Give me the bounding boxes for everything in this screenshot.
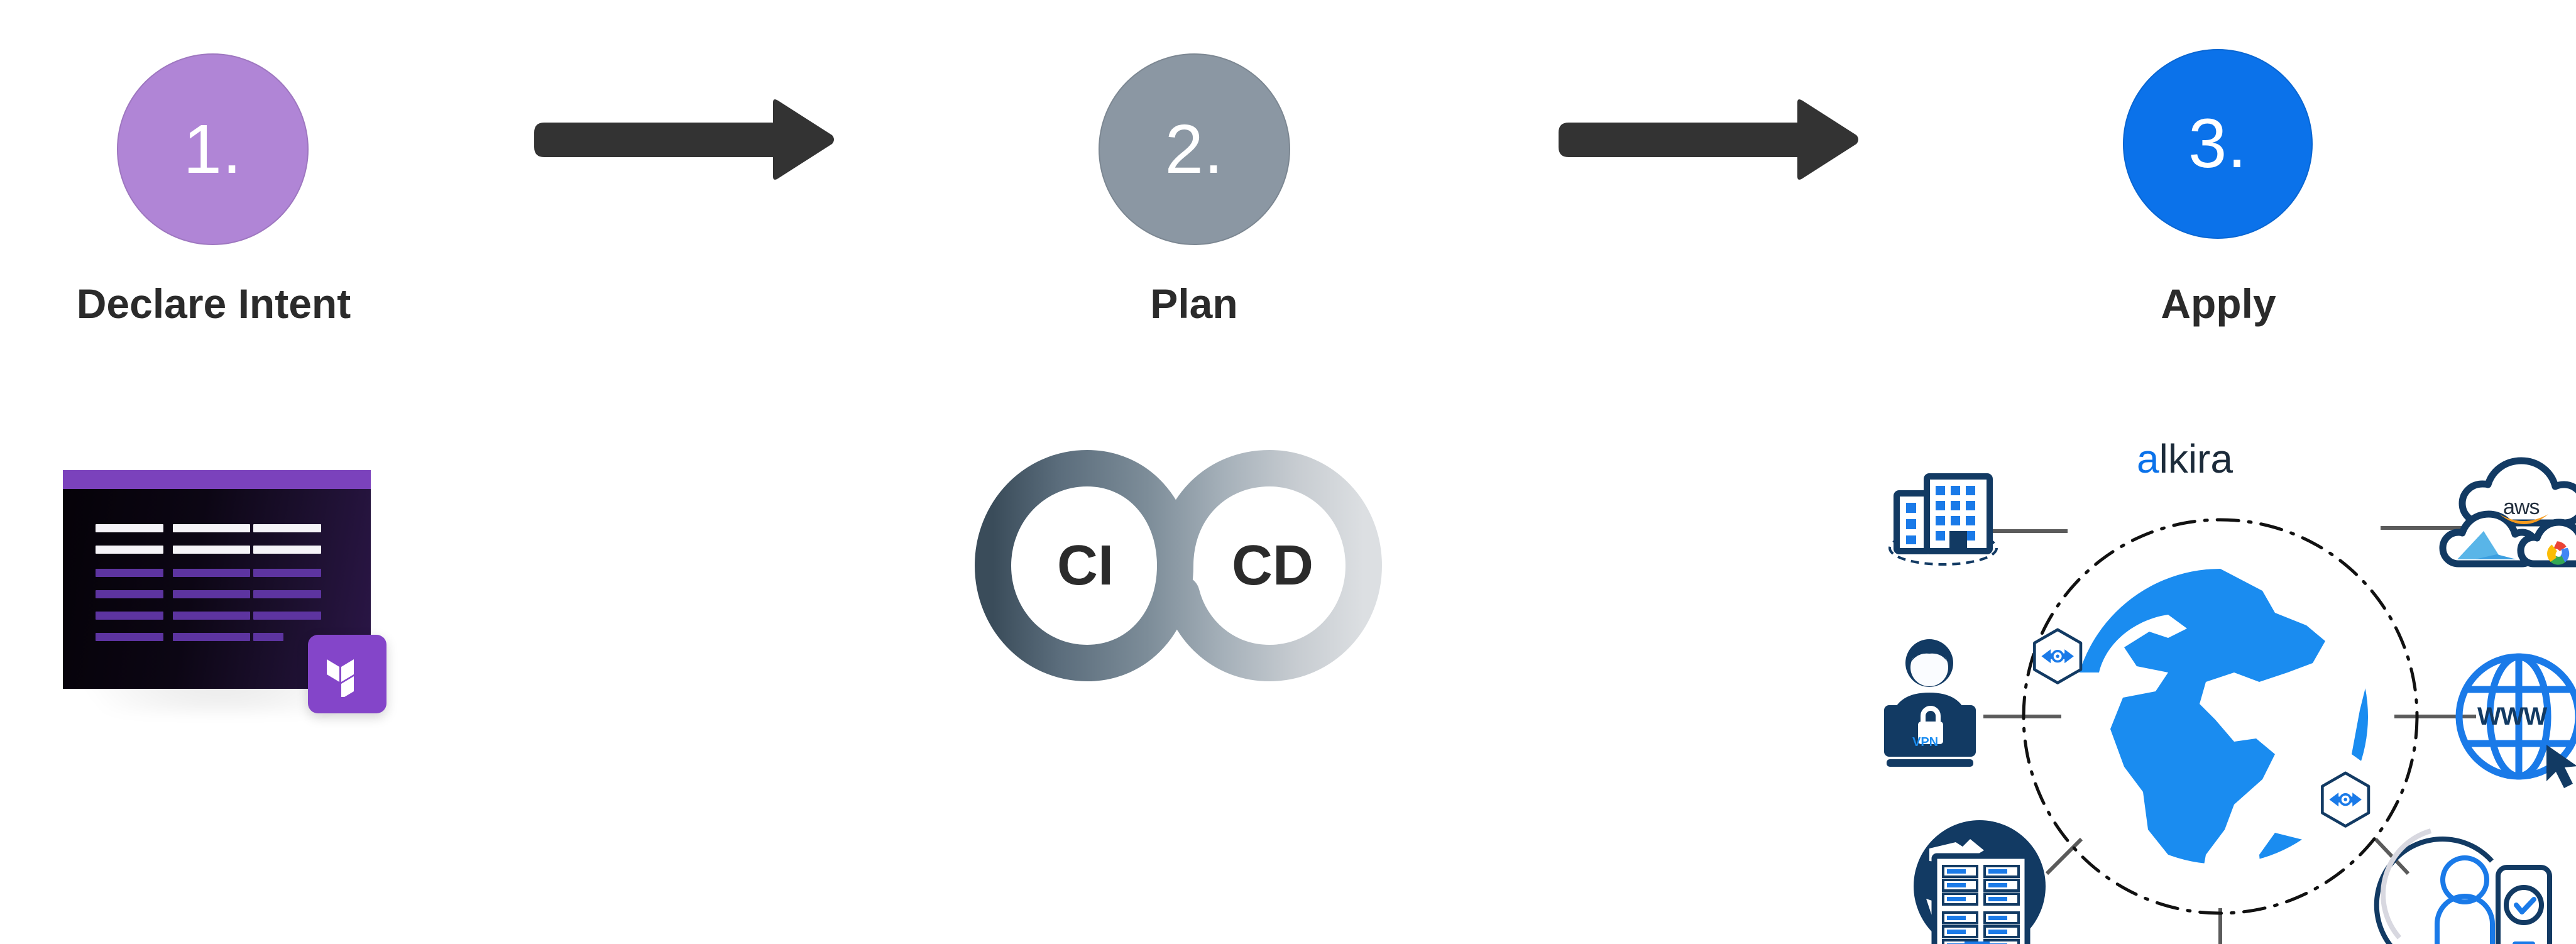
cd-label: CD: [1232, 534, 1313, 597]
code-line: [173, 590, 223, 598]
code-line: [96, 612, 163, 620]
code-line: [96, 569, 163, 577]
step-3-number: 3.: [2188, 105, 2247, 182]
code-line: [220, 633, 250, 641]
arrow-shape: [534, 99, 834, 180]
code-line: [96, 633, 163, 641]
code-line: [173, 569, 223, 577]
terraform-code-window: [63, 470, 386, 713]
code-line: [253, 590, 321, 598]
code-line: [253, 612, 321, 620]
branch-office-icon: [1888, 473, 1998, 566]
code-window-titlebar: [63, 470, 371, 489]
step-2-label: Plan: [1150, 280, 1238, 327]
ci-label: CI: [1057, 534, 1114, 597]
code-line: [220, 569, 250, 577]
code-line: [173, 524, 223, 532]
code-line: [173, 546, 223, 554]
arrow-shape: [1559, 99, 1858, 180]
code-line: [220, 546, 250, 554]
code-line: [220, 590, 250, 598]
ci-cd-infinity: CI CD: [968, 440, 1408, 694]
arrow-step1-to-step2: [534, 97, 836, 185]
connector-data-center: [2045, 837, 2083, 875]
step-1-label: Declare Intent: [76, 280, 351, 327]
workflow-diagram: 1. Declare Intent 2. Plan CI CD 3. Apply…: [0, 0, 2576, 944]
network-svg: [1884, 457, 2576, 944]
exchange-hexagon-icon-right: [2321, 771, 2370, 828]
code-line: [96, 546, 163, 554]
terraform-logo-badge: [308, 635, 386, 713]
code-line: [220, 612, 250, 620]
arrow-step2-to-step3: [1559, 97, 1860, 185]
code-line: [173, 633, 223, 641]
terraform-logo-icon: [326, 659, 354, 697]
code-line: [253, 546, 321, 554]
step-3-label: Apply: [2161, 280, 2276, 327]
mfa-user-icon: [2374, 828, 2552, 944]
step-1-number: 1.: [183, 110, 243, 188]
infinity-icon: [974, 449, 1383, 682]
code-line: [220, 524, 250, 532]
alkira-network-diagram: alkira aws WWW VPN: [1873, 377, 2576, 944]
exchange-hexagon-icon-left: [2033, 628, 2083, 684]
vpn-label: VPN: [1912, 735, 1939, 749]
code-line: [253, 569, 321, 577]
www-label: WWW: [2477, 703, 2547, 730]
aws-label: aws: [2503, 495, 2540, 519]
data-center-icon: [1914, 820, 2046, 944]
step-2-number: 2.: [1165, 110, 1224, 188]
code-line: [253, 633, 283, 641]
step-2-circle: 2.: [1099, 53, 1290, 245]
step-1-circle: 1.: [117, 53, 309, 245]
code-line: [173, 612, 223, 620]
step-3-circle: 3.: [2123, 49, 2313, 239]
code-line: [96, 524, 163, 532]
code-line: [253, 524, 321, 532]
code-line: [96, 590, 163, 598]
